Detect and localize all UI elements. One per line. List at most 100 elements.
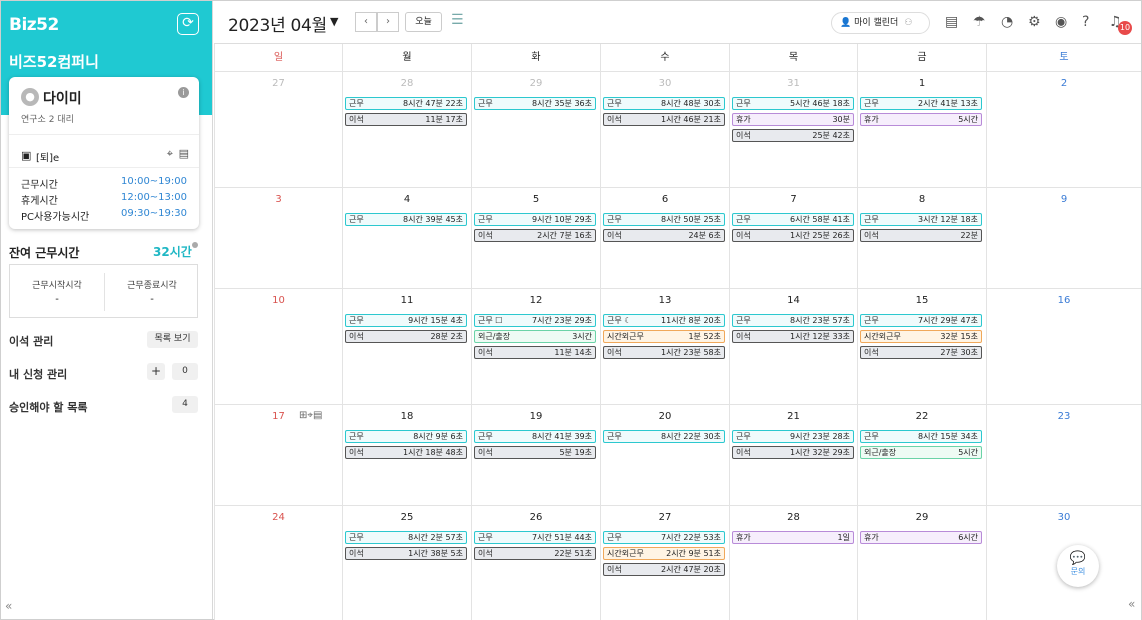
day-cell[interactable]: 30 근무 8시간 48분 30초 이석 1시간 46분 21초 [600,71,729,187]
event-work[interactable]: 근무 9시간 23분 28초 [732,430,854,443]
event-away[interactable]: 이석 28분 2초 [345,330,467,343]
event-work[interactable]: 근무 8시간 23분 57초 [732,314,854,327]
event-work[interactable]: 근무 7시간 29분 47초 [860,314,982,327]
pie-chart-icon[interactable]: ◔ [1001,14,1013,30]
day-cell[interactable]: 14 근무 8시간 23분 57초 이석 1시간 12분 33초 [729,288,857,404]
event-away[interactable]: 이석 25분 42초 [732,129,854,142]
event-work[interactable]: 근무 8시간 22분 30초 [603,430,725,443]
event-over[interactable]: 시간외근무 32분 15초 [860,330,982,343]
event-away[interactable]: 이석 1시간 23분 58초 [603,346,725,359]
add-request-button[interactable]: + [147,363,165,380]
event-work[interactable]: 근무 8시간 15분 34초 [860,430,982,443]
day-cell[interactable]: 9 [986,187,1141,288]
event-away[interactable]: 이석 5분 19초 [474,446,596,459]
event-work[interactable]: 근무 ☾ 11시간 8분 20초 [603,314,725,327]
event-work[interactable]: 근무 8시간 39분 45초 [345,213,467,226]
event-away[interactable]: 이석 1시간 46분 21초 [603,113,725,126]
day-action-icons[interactable]: ⊞⌖▤ [299,410,322,421]
event-over[interactable]: 시간외근무 1분 52초 [603,330,725,343]
my-calendar-button[interactable]: 👤 마이 캘린더 ⚇ [831,12,930,34]
view-list-button[interactable]: 목록 보기 [147,331,198,348]
month-dropdown-icon[interactable]: ▼ [330,15,338,28]
prev-month-button[interactable]: ‹ [355,12,377,32]
day-cell[interactable]: 6 근무 8시간 50분 25초 이석 24분 6초 [600,187,729,288]
collapse-right-icon[interactable]: « [1128,597,1135,611]
day-cell[interactable]: 22 근무 8시간 15분 34초 외근/출장 5시간 [857,404,986,505]
day-cell[interactable]: 28 근무 8시간 47분 22초 이석 11분 17초 [342,71,471,187]
event-away[interactable]: 이석 1시간 25분 26초 [732,229,854,242]
event-work[interactable]: 근무 8시간 41분 39초 [474,430,596,443]
event-away[interactable]: 이석 1시간 12분 33초 [732,330,854,343]
next-month-button[interactable]: › [377,12,399,32]
event-biz[interactable]: 외근/출장 5시간 [860,446,982,459]
event-work[interactable]: 근무 8시간 9분 6초 [345,430,467,443]
event-work[interactable]: 근무 8시간 2분 57초 [345,531,467,544]
approval-count[interactable]: 4 [172,396,198,413]
event-work[interactable]: 근무 9시간 10분 29초 [474,213,596,226]
day-cell[interactable]: 29 근무 8시간 35분 36초 [471,71,600,187]
event-over[interactable]: 시간외근무 2시간 9분 51초 [603,547,725,560]
inquiry-button[interactable]: 💬 문의 [1057,545,1099,587]
day-cell[interactable]: 24 [214,505,342,620]
day-cell[interactable]: 5 근무 9시간 10분 29초 이석 2시간 7분 16초 [471,187,600,288]
event-away[interactable]: 이석 22분 [860,229,982,242]
event-work[interactable]: 근무 5시간 46분 18초 [732,97,854,110]
event-work[interactable]: 근무 8시간 48분 30초 [603,97,725,110]
umbrella-icon[interactable]: ☂ [973,14,986,30]
day-cell[interactable]: 16 [986,288,1141,404]
day-cell[interactable]: 28 휴가 1일 [729,505,857,620]
event-leave[interactable]: 휴가 1일 [732,531,854,544]
event-away[interactable]: 이석 1시간 38분 5초 [345,547,467,560]
day-cell[interactable]: 18 근무 8시간 9분 6초 이석 1시간 18분 48초 [342,404,471,505]
event-away[interactable]: 이석 1시간 18분 48초 [345,446,467,459]
memo-icon[interactable]: ▤ [179,147,189,160]
event-work[interactable]: 근무 9시간 15분 4초 [345,314,467,327]
remaining-info-icon[interactable] [192,242,198,248]
help-icon[interactable]: ? [1082,14,1089,30]
my-requests-count[interactable]: 0 [172,363,198,380]
gear-icon[interactable]: ⚙ [1028,14,1041,30]
day-cell[interactable]: 27 [214,71,342,187]
event-work[interactable]: 근무 3시간 12분 18초 [860,213,982,226]
collapse-sidebar-icon[interactable]: « [5,599,12,613]
event-away[interactable]: 이석 22분 51초 [474,547,596,560]
day-cell[interactable]: 29 휴가 6시간 [857,505,986,620]
event-leave[interactable]: 휴가 6시간 [860,531,982,544]
day-cell[interactable]: 3 [214,187,342,288]
event-away[interactable]: 이석 11분 17초 [345,113,467,126]
day-cell[interactable]: 11 근무 9시간 15분 4초 이석 28분 2초 [342,288,471,404]
location-pin-icon[interactable]: ⌖ [167,147,173,161]
event-leave[interactable]: 휴가 30분 [732,113,854,126]
today-button[interactable]: 오늘 [405,12,442,32]
day-cell[interactable]: 12 근무 ☐ 7시간 23분 29초 외근/출장 3시간 이석 11분 14초 [471,288,600,404]
day-cell[interactable]: 20 근무 8시간 22분 30초 [600,404,729,505]
refresh-icon[interactable]: ⟳ [177,13,199,35]
day-cell[interactable]: 23 [986,404,1141,505]
day-cell[interactable]: 31 근무 5시간 46분 18초 휴가 30분 이석 25분 42초 [729,71,857,187]
info-icon[interactable]: i [178,87,189,98]
event-work[interactable]: 근무 6시간 58분 41초 [732,213,854,226]
event-away[interactable]: 이석 27분 30초 [860,346,982,359]
event-away[interactable]: 이석 11분 14초 [474,346,596,359]
account-icon[interactable]: ◉ [1055,14,1067,30]
day-cell[interactable]: 17 ⊞⌖▤ [214,404,342,505]
day-cell[interactable]: 25 근무 8시간 2분 57초 이석 1시간 38분 5초 [342,505,471,620]
event-work[interactable]: 근무 7시간 22분 53초 [603,531,725,544]
filter-icon[interactable]: ☰ [451,12,464,28]
event-work[interactable]: 근무 ☐ 7시간 23분 29초 [474,314,596,327]
day-cell[interactable]: 15 근무 7시간 29분 47초 시간외근무 32분 15초 이석 27분 30초 [857,288,986,404]
day-cell[interactable]: 2 [986,71,1141,187]
event-biz[interactable]: 외근/출장 3시간 [474,330,596,343]
day-cell[interactable]: 1 근무 2시간 41분 13초 휴가 5시간 [857,71,986,187]
event-leave[interactable]: 휴가 5시간 [860,113,982,126]
event-away[interactable]: 이석 1시간 32분 29초 [732,446,854,459]
day-cell[interactable]: 8 근무 3시간 12분 18초 이석 22분 [857,187,986,288]
day-cell[interactable]: 21 근무 9시간 23분 28초 이석 1시간 32분 29초 [729,404,857,505]
event-work[interactable]: 근무 7시간 51분 44초 [474,531,596,544]
event-away[interactable]: 이석 24분 6초 [603,229,725,242]
day-cell[interactable]: 7 근무 6시간 58분 41초 이석 1시간 25분 26초 [729,187,857,288]
event-away[interactable]: 이석 2시간 47분 20초 [603,563,725,576]
day-cell[interactable]: 19 근무 8시간 41분 39초 이석 5분 19초 [471,404,600,505]
day-cell[interactable]: 4 근무 8시간 39분 45초 [342,187,471,288]
event-work[interactable]: 근무 8시간 35분 36초 [474,97,596,110]
